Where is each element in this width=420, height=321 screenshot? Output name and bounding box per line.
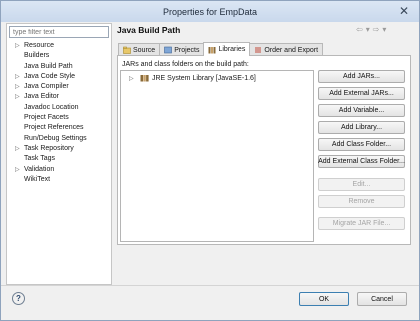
nav-item-label: Project Facets [24, 114, 69, 122]
page-title: Java Build Path [117, 25, 181, 35]
expand-arrow-icon[interactable]: ▷ [129, 75, 137, 82]
expand-arrow-icon[interactable]: ▷ [15, 82, 20, 92]
nav-item-wikitext[interactable]: WikiText [7, 175, 111, 185]
filter-input[interactable] [9, 26, 109, 38]
nav-item-label: Resource [24, 42, 54, 49]
nav-item-label: Java Editor [24, 93, 60, 101]
properties-window: Properties for EmpData ✕ ▷ Resource Build… [0, 0, 420, 321]
tab-label: Projects [174, 46, 200, 54]
nav-item-task-repository[interactable]: ▷ Task Repository [7, 144, 111, 154]
nav-item-label: WikiText [24, 175, 51, 183]
back-arrow-icon[interactable]: ⇦ [356, 25, 363, 34]
tab-strip: Source Projects Libraries Order and Expo… [118, 42, 324, 56]
add-external-class-folder-button[interactable]: Add External Class Folder... [318, 155, 405, 168]
nav-item-label: Project References [24, 124, 84, 132]
expand-arrow-icon[interactable]: ▷ [15, 72, 20, 82]
nav-item-java-build-path[interactable]: Java Build Path [7, 62, 111, 72]
nav-item-label: Task Repository [24, 144, 74, 152]
expand-arrow-icon[interactable]: ▷ [15, 41, 20, 51]
list-label: JARs and class folders on the build path… [122, 61, 249, 68]
nav-item-java-editor[interactable]: ▷ Java Editor [7, 92, 111, 102]
tab-libraries[interactable]: Libraries [203, 42, 251, 56]
list-item-label: JRE System Library [JavaSE-1.6] [152, 74, 256, 82]
add-jars-button[interactable]: Add JARs... [318, 70, 405, 83]
nav-item-task-tags[interactable]: Task Tags [7, 154, 111, 164]
migrate-jar-file-button[interactable]: Migrate JAR File... [318, 217, 405, 230]
expand-arrow-icon[interactable]: ▷ [15, 165, 20, 175]
remove-button[interactable]: Remove [318, 195, 405, 208]
dropdown-icon[interactable]: ▾ [382, 25, 386, 34]
list-item[interactable]: ▷ JRE System Library [JavaSE-1.6] [129, 74, 256, 82]
add-class-folder-button[interactable]: Add Class Folder... [318, 138, 405, 151]
nav-item-project-facets[interactable]: Project Facets [7, 113, 111, 123]
nav-item-validation[interactable]: ▷ Validation [7, 165, 111, 175]
footer-separator [1, 285, 419, 286]
projects-icon [164, 46, 172, 54]
expand-arrow-icon[interactable]: ▷ [15, 92, 20, 102]
edit-button[interactable]: Edit... [318, 178, 405, 191]
library-icon [140, 75, 149, 82]
nav-item-label: Builders [24, 52, 50, 60]
nav-item-label: Java Code Style [24, 72, 75, 80]
nav-item-label: Run/Debug Settings [24, 134, 87, 142]
nav-item-label: Javadoc Location [24, 103, 79, 111]
tab-label: Libraries [218, 46, 246, 53]
add-library-button[interactable]: Add Library... [318, 121, 405, 134]
nav-item-label: Validation [24, 165, 55, 173]
property-page-tree: ▷ Resource Builders Java Build Path ▷ Java… [7, 41, 111, 185]
forward-arrow-icon[interactable]: ⇨ [373, 25, 380, 34]
nav-item-java-compiler[interactable]: ▷ Java Compiler [7, 82, 111, 92]
nav-item-label: Task Tags [24, 155, 55, 163]
nav-item-run-debug-settings[interactable]: Run/Debug Settings [7, 134, 111, 144]
nav-item-java-code-style[interactable]: ▷ Java Code Style [7, 72, 111, 82]
dropdown-icon[interactable]: ▾ [366, 25, 370, 34]
tab-label: Source [133, 46, 156, 54]
nav-item-label: Java Build Path [24, 62, 73, 70]
source-folder-icon [123, 46, 131, 54]
libraries-icon [208, 46, 216, 53]
nav-item-label: Java Compiler [24, 83, 69, 91]
nav-item-resource[interactable]: ▷ Resource [7, 41, 111, 51]
nav-item-project-references[interactable]: Project References [7, 123, 111, 133]
close-icon[interactable]: ✕ [397, 4, 411, 18]
nav-item-javadoc-location[interactable]: Javadoc Location [7, 103, 111, 113]
ok-button[interactable]: OK [299, 292, 349, 306]
build-path-list[interactable]: ▷ JRE System Library [JavaSE-1.6] [120, 70, 314, 242]
left-pane: ▷ Resource Builders Java Build Path ▷ Java… [6, 23, 112, 285]
cancel-button[interactable]: Cancel [357, 292, 407, 306]
history-nav: ⇦ ▾ ⇨ ▾ [356, 25, 386, 34]
help-icon[interactable]: ? [12, 292, 25, 305]
window-title: Properties for EmpData [162, 6, 258, 17]
add-external-jars-button[interactable]: Add External JARs... [318, 87, 405, 100]
add-variable-button[interactable]: Add Variable... [318, 104, 405, 117]
order-export-icon [255, 47, 262, 53]
nav-item-builders[interactable]: Builders [7, 51, 111, 61]
tab-label: Order and Export [264, 46, 319, 54]
expand-arrow-icon[interactable]: ▷ [15, 144, 20, 154]
title-bar[interactable]: Properties for EmpData ✕ [1, 1, 419, 22]
